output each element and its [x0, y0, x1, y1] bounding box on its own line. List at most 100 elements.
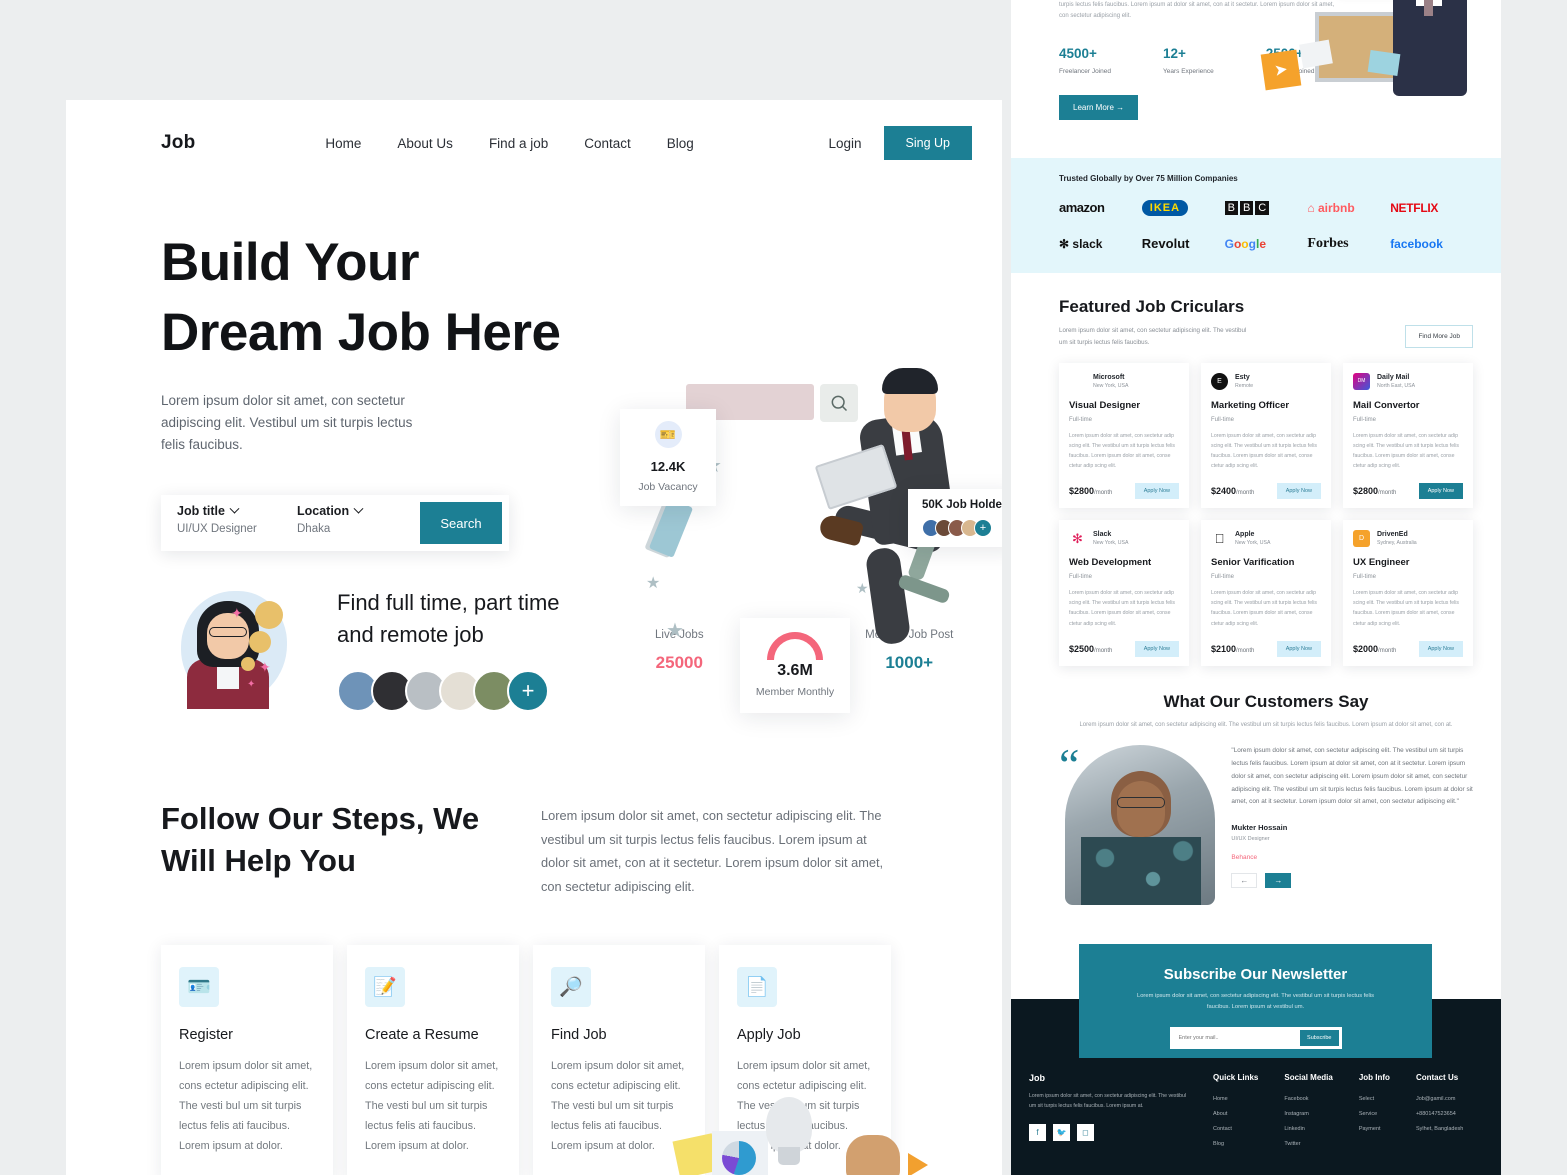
about-illustration: Lorem ipsum dolor sit amet, cons sectetu…: [1243, 0, 1483, 110]
job-company: DrivenEd: [1377, 531, 1408, 539]
stat-value: 12+: [1163, 45, 1186, 61]
testimonial-title: What Our Customers Say: [1163, 691, 1369, 711]
testimonial-section: What Our Customers Say Lorem ipsum dolor…: [1011, 666, 1501, 906]
brand-logo[interactable]: Job: [161, 132, 195, 154]
drivened-logo: D: [1353, 530, 1370, 548]
more-avatars-button[interactable]: +: [507, 669, 549, 712]
job-card-header: E Esty Remote: [1211, 372, 1321, 390]
job-card[interactable]:  Apple New York, USA Senior Varificatio…: [1201, 520, 1331, 666]
job-card-footer: $2500 /month Apply Now: [1069, 640, 1179, 657]
revolut-logo: Revolut: [1141, 236, 1190, 252]
about-stat-freelancer: 4500+ Freelancer Joined: [1059, 46, 1111, 77]
nav-item-find-a-job[interactable]: Find a job: [489, 136, 548, 151]
sparkle-icon: ✦: [259, 659, 271, 676]
woman-illustration: ✦ ✦ ✦: [161, 587, 311, 710]
nav-actions: Login Sing Up: [828, 126, 972, 160]
trusted-title: Trusted Globally by Over 75 Million Comp…: [1059, 173, 1238, 183]
search-button[interactable]: Search: [420, 502, 502, 545]
footer-link[interactable]: Twitter: [1284, 1141, 1332, 1147]
job-price: $2400: [1211, 486, 1237, 497]
job-card-footer: $2400 /month Apply Now: [1211, 483, 1321, 500]
footer-column-contact-us: Contact Us Job@gamil.com +880147523654 S…: [1416, 1073, 1463, 1147]
subscribe-button[interactable]: Subscribe: [1300, 1030, 1339, 1046]
job-type: Full-time: [1069, 574, 1093, 581]
netflix-logo: NETFLIX: [1390, 200, 1439, 215]
job-description: Lorem ipsum dolor sit amet, con sectetur…: [1211, 432, 1318, 469]
job-card[interactable]: DM Daily Mail North East, USA Mail Conve…: [1343, 362, 1473, 509]
footer-link[interactable]: Linkedin: [1284, 1126, 1332, 1132]
find-more-job-button[interactable]: Find More Job: [1405, 324, 1473, 348]
trusted-brands-section: Trusted Globally by Over 75 Million Comp…: [1011, 157, 1501, 273]
sparkle-icon: ✦: [231, 605, 243, 622]
job-card-header:  Apple New York, USA: [1211, 530, 1321, 547]
lightbulb-base: [778, 1147, 800, 1165]
job-card[interactable]: D DrivenEd Sydney, Australia UX Engineer…: [1343, 520, 1473, 666]
login-link[interactable]: Login: [828, 136, 861, 151]
testimonial-author-name: Mukter Hossain: [1231, 823, 1288, 833]
footer-link[interactable]: Home: [1213, 1096, 1258, 1102]
job-card[interactable]: E Esty Remote Marketing Officer Full-tim…: [1201, 362, 1331, 509]
footer-link[interactable]: Select: [1359, 1096, 1390, 1102]
nav-item-about-us[interactable]: About Us: [397, 136, 453, 151]
step-card-register[interactable]: 🪪 Register Lorem ipsum dolor sit amet, c…: [161, 944, 333, 1175]
footer-link[interactable]: Payment: [1359, 1126, 1390, 1132]
step-title: Register: [179, 1026, 233, 1043]
fulltime-text: Find full time, part time and remote job…: [337, 587, 567, 712]
behance-link[interactable]: Behance: [1231, 854, 1473, 861]
job-card-grid: Microsoft New York, USA Visual Designer …: [1059, 362, 1473, 666]
job-card[interactable]: Microsoft New York, USA Visual Designer …: [1059, 362, 1189, 509]
job-title-field[interactable]: Job title UI/UX Designer: [177, 495, 297, 551]
job-search-bar: Job title UI/UX Designer Location Dhaka …: [161, 495, 509, 552]
apply-now-button[interactable]: Apply Now: [1418, 640, 1463, 657]
footer-link[interactable]: Facebook: [1284, 1096, 1332, 1102]
job-title-label-row: Job title: [177, 503, 297, 518]
footer-link[interactable]: Instagram: [1284, 1111, 1332, 1117]
esty-logo: E: [1211, 372, 1228, 390]
footer-link[interactable]: Blog: [1213, 1141, 1258, 1147]
lightbulb-icon: [766, 1097, 812, 1153]
apply-now-button[interactable]: Apply Now: [1134, 640, 1179, 657]
job-price: $2500: [1069, 643, 1095, 654]
signup-button[interactable]: Sing Up: [883, 126, 972, 160]
nav-item-blog[interactable]: Blog: [667, 136, 694, 151]
ikea-logo: IKEA: [1141, 199, 1189, 216]
next-testimonial-button[interactable]: →: [1265, 873, 1292, 889]
footer-link[interactable]: About: [1213, 1111, 1258, 1117]
job-card[interactable]: ✻ Slack New York, USA Web Development Fu…: [1059, 520, 1189, 666]
footer-link[interactable]: Service: [1359, 1111, 1390, 1117]
apply-now-button[interactable]: Apply Now: [1418, 483, 1463, 500]
apply-now-button[interactable]: Apply Now: [1276, 483, 1321, 500]
job-company: Slack: [1093, 531, 1112, 539]
learn-more-button[interactable]: Learn More →: [1059, 94, 1139, 120]
newsletter-email-input[interactable]: [1172, 1035, 1301, 1041]
bbc-logo-b2: B: [1239, 200, 1254, 215]
orange-arrow-icon: [908, 1153, 928, 1175]
brand-slack: ✻ slack: [1059, 233, 1142, 255]
hero-subtitle: Lorem ipsum dolor sit amet, con sectetur…: [161, 392, 413, 452]
step-title: Find Job: [551, 1026, 607, 1043]
airbnb-logo: ⌂ airbnb: [1307, 200, 1355, 215]
facebook-icon[interactable]: f: [1029, 1123, 1046, 1141]
brand-netflix: NETFLIX: [1390, 197, 1473, 219]
job-card-footer: $2800 /month Apply Now: [1069, 483, 1179, 500]
apply-now-button[interactable]: Apply Now: [1276, 640, 1321, 657]
twitter-icon[interactable]: 🐦: [1053, 1123, 1070, 1141]
prev-testimonial-button[interactable]: ←: [1231, 873, 1258, 889]
fulltime-avatars: +: [337, 669, 567, 712]
nav-item-home[interactable]: Home: [325, 136, 361, 151]
nav-item-contact[interactable]: Contact: [584, 136, 631, 151]
nav-links: Home About Us Find a job Contact Blog: [325, 136, 693, 151]
step-card-create-a-resume[interactable]: 📝 Create a Resume Lorem ipsum dolor sit …: [347, 944, 519, 1175]
instagram-icon[interactable]: ◻: [1077, 1123, 1094, 1141]
location-field[interactable]: Location Dhaka: [297, 495, 407, 551]
apply-now-button[interactable]: Apply Now: [1134, 483, 1179, 500]
member-number: 3.6M: [777, 662, 813, 679]
job-location: New York, USA: [1093, 540, 1129, 547]
testimonial-quote: "Lorem ipsum dolor sit amet, con sectetu…: [1231, 747, 1473, 806]
brand-logo-grid: amazon IKEA BBC ⌂ airbnb NETFLIX ✻ slack…: [1059, 197, 1501, 255]
stat-label: Years Experience: [1163, 67, 1214, 75]
more-avatars-button[interactable]: +: [974, 519, 992, 537]
job-price: $2100: [1211, 643, 1237, 654]
send-plane-icon: ➤: [1260, 49, 1302, 91]
footer-link[interactable]: Contact: [1213, 1126, 1258, 1132]
